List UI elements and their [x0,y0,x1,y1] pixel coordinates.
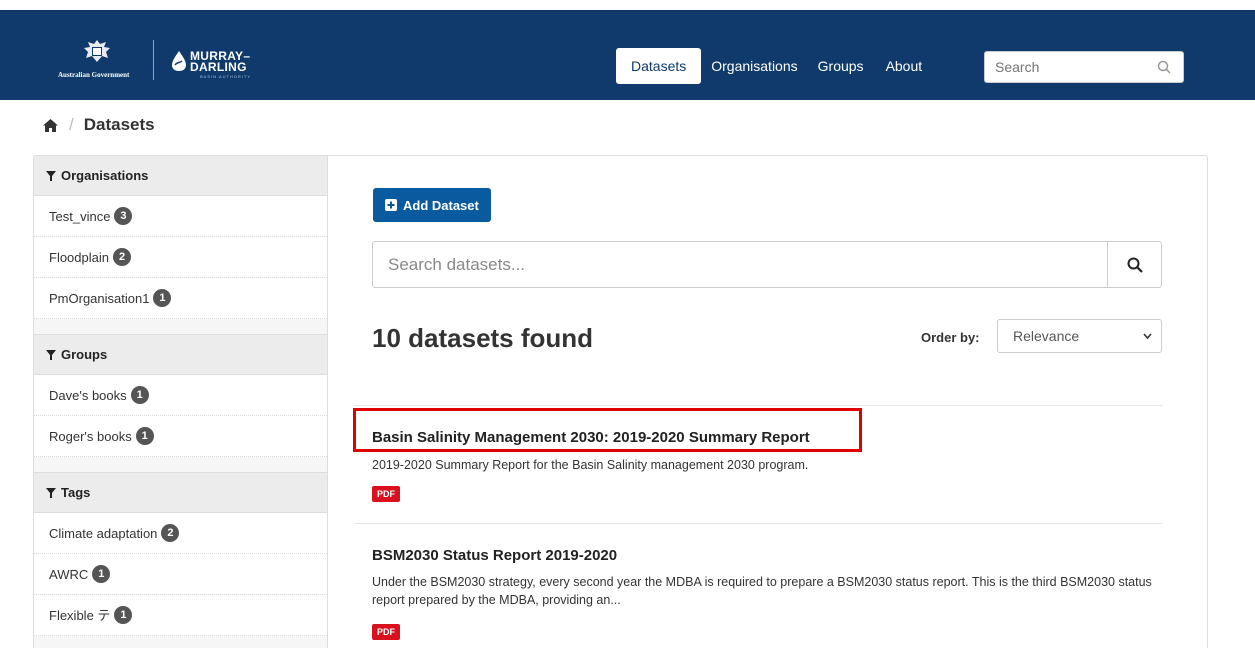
list-divider [354,405,1162,406]
chevron-down-icon [1143,333,1152,340]
facet-title: Tags [61,484,91,500]
format-badge-pdf[interactable]: PDF [372,624,400,640]
nav-organisations[interactable]: Organisations [703,48,805,84]
order-by-value: Relevance [1013,328,1080,344]
count-badge: 1 [92,565,111,583]
home-icon[interactable] [42,118,59,133]
search-icon [1127,257,1143,273]
facet-item-rogers-books[interactable]: Roger's books 1 [34,416,327,457]
facet-title: Groups [61,346,108,362]
facet-heading-tags: Tags [34,473,327,513]
facet-label: Floodplain [49,249,109,265]
logo-divider [153,40,154,80]
gov-logo-text: Australian Government [58,71,130,79]
count-badge: 1 [114,606,133,624]
dataset-search-input[interactable] [373,242,1103,287]
header-search-input[interactable] [985,52,1145,82]
dataset-description: 2019-2020 Summary Report for the Basin S… [372,458,809,472]
dataset-title-link[interactable]: BSM2030 Status Report 2019-2020 [372,547,617,564]
content-container: Organisations Test_vince 3 Floodplain 2 Pm… [33,155,1208,648]
facet-heading-organisations: Organisations [34,156,327,196]
facet-item-climate-adaptation[interactable]: Climate adaptation 2 [34,513,327,554]
facet-item-flexible[interactable]: Flexible テ1 [34,595,327,636]
facet-item-daves-books[interactable]: Dave's books 1 [34,375,327,416]
count-badge: 1 [153,289,172,307]
facet-item-pmorganisation1[interactable]: PmOrganisation1 1 [34,278,327,319]
australian-government-logo[interactable]: Australian Government [58,38,138,84]
count-badge: 1 [135,427,154,445]
facet-label: Roger's books [49,428,132,444]
nav-about[interactable]: About [876,48,933,84]
facet-gap [34,457,327,473]
nav-groups[interactable]: Groups [808,48,874,84]
facet-label: PmOrganisation1 [49,290,150,306]
dataset-search-button[interactable] [1107,242,1161,287]
filter-icon [46,487,56,498]
dataset-search [372,241,1162,288]
facet-label: Climate adaptation [49,525,158,541]
facet-heading-groups: Groups [34,335,327,375]
count-badge: 3 [114,207,133,225]
filter-icon [46,349,56,360]
order-by-select[interactable]: Relevance [997,319,1162,353]
main-nav: Datasets Organisations Groups About [616,48,934,84]
facet-title: Organisations [61,167,149,183]
header-search [984,51,1184,83]
breadcrumb-separator: / [69,115,74,134]
nav-datasets[interactable]: Datasets [616,48,702,84]
count-badge: 1 [130,386,149,404]
dataset-list-main: Add Dataset 10 datasets found Order by: … [329,156,1207,648]
list-divider [354,523,1162,524]
facet-item-floodplain[interactable]: Floodplain 2 [34,237,327,278]
facet-label: Test_vince [49,208,111,224]
facet-label: Dave's books [49,387,127,403]
add-dataset-button[interactable]: Add Dataset [373,188,491,222]
search-icon[interactable] [1157,60,1171,74]
plus-square-icon [385,199,397,211]
top-navbar: Australian Government MURRAY– DARLING BA… [0,10,1255,100]
breadcrumb: / Datasets [42,114,155,136]
facet-label: AWRC [49,566,89,582]
facet-sidebar: Organisations Test_vince 3 Floodplain 2 Pm… [34,156,328,648]
facet-label: Flexible テ [49,607,111,623]
dataset-description: Under the BSM2030 strategy, every second… [372,575,1152,607]
coat-of-arms-icon [84,40,110,62]
results-count: 10 datasets found [372,323,594,353]
facet-item-test-vince[interactable]: Test_vince 3 [34,196,327,237]
mdba-name-line2: DARLING [190,60,247,74]
facet-gap [34,319,327,335]
filter-icon [46,170,56,181]
breadcrumb-current[interactable]: Datasets [84,115,155,135]
mdba-logo[interactable]: MURRAY– DARLING BASIN AUTHORITY [170,48,260,79]
count-badge: 2 [161,524,180,542]
count-badge: 2 [113,248,131,266]
order-by-label: Order by: [921,330,980,345]
add-dataset-label: Add Dataset [403,197,479,213]
water-drop-icon [172,51,186,71]
facet-item-awrc[interactable]: AWRC 1 [34,554,327,595]
highlight-box [353,408,862,452]
mdba-name-line3: BASIN AUTHORITY [200,74,252,79]
format-badge-pdf[interactable]: PDF [372,486,400,502]
